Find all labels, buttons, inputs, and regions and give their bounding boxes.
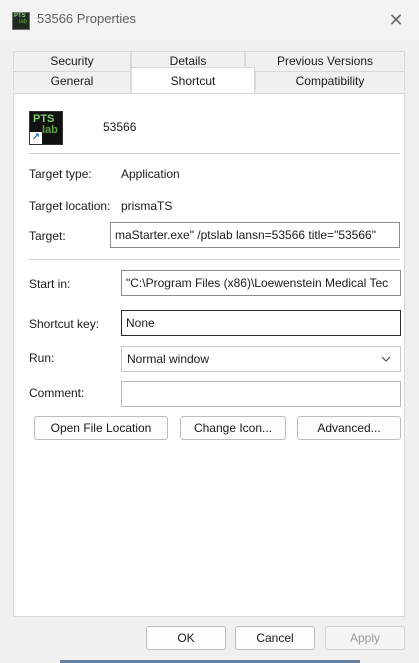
comment-input[interactable] — [121, 381, 401, 407]
divider-top — [29, 153, 400, 154]
target-input-value: maStarter.exe" /ptslab lansn=53566 title… — [115, 228, 376, 242]
close-button[interactable]: ✕ — [373, 0, 419, 40]
apply-button[interactable]: Apply — [325, 626, 405, 650]
shortcut-key-input[interactable]: None — [121, 310, 401, 336]
run-select-value: Normal window — [127, 352, 210, 366]
tab-row-bottom: General Shortcut Compatibility — [13, 67, 405, 93]
chevron-down-icon — [381, 356, 391, 362]
target-location-value: prismaTS — [121, 199, 173, 213]
tab-shortcut[interactable]: Shortcut — [131, 67, 255, 93]
start-in-input[interactable]: "C:\Program Files (x86)\Loewenstein Medi… — [121, 270, 401, 296]
start-in-input-value: "C:\Program Files (x86)\Loewenstein Medi… — [126, 276, 389, 290]
window-title: 53566 Properties — [37, 11, 137, 26]
shortcut-key-label: Shortcut key: — [29, 317, 100, 331]
comment-label: Comment: — [29, 386, 85, 400]
shortcut-icon-text-bottom: lab — [42, 124, 58, 136]
shortcut-arrow-icon: ↗ — [30, 132, 42, 144]
shortcut-icon: PTS lab ↗ — [29, 111, 63, 145]
shortcut-key-input-value: None — [126, 316, 155, 330]
target-type-label: Target type: — [29, 167, 92, 181]
run-select[interactable]: Normal window — [121, 346, 401, 372]
open-file-location-button[interactable]: Open File Location — [34, 416, 168, 440]
app-icon-text-bottom: lab — [19, 19, 28, 25]
target-type-value: Application — [121, 167, 180, 181]
close-icon: ✕ — [388, 9, 404, 30]
change-icon-button[interactable]: Change Icon... — [180, 416, 286, 440]
ok-button[interactable]: OK — [146, 626, 226, 650]
start-in-label: Start in: — [29, 277, 71, 291]
title-bar: PTS lab 53566 Properties ✕ — [0, 0, 419, 40]
divider-middle — [29, 259, 400, 260]
target-label: Target: — [29, 229, 66, 243]
target-location-label: Target location: — [29, 199, 111, 213]
app-icon: PTS lab — [12, 12, 30, 30]
shortcut-name: 53566 — [103, 120, 137, 134]
tab-security[interactable]: Security — [13, 51, 131, 70]
tab-compatibility[interactable]: Compatibility — [255, 71, 405, 90]
tab-general[interactable]: General — [13, 71, 131, 90]
cancel-button[interactable]: Cancel — [235, 626, 315, 650]
target-input[interactable]: maStarter.exe" /ptslab lansn=53566 title… — [110, 222, 400, 248]
tab-previous-versions[interactable]: Previous Versions — [245, 51, 405, 70]
run-label: Run: — [29, 351, 55, 365]
advanced-button[interactable]: Advanced... — [297, 416, 401, 440]
